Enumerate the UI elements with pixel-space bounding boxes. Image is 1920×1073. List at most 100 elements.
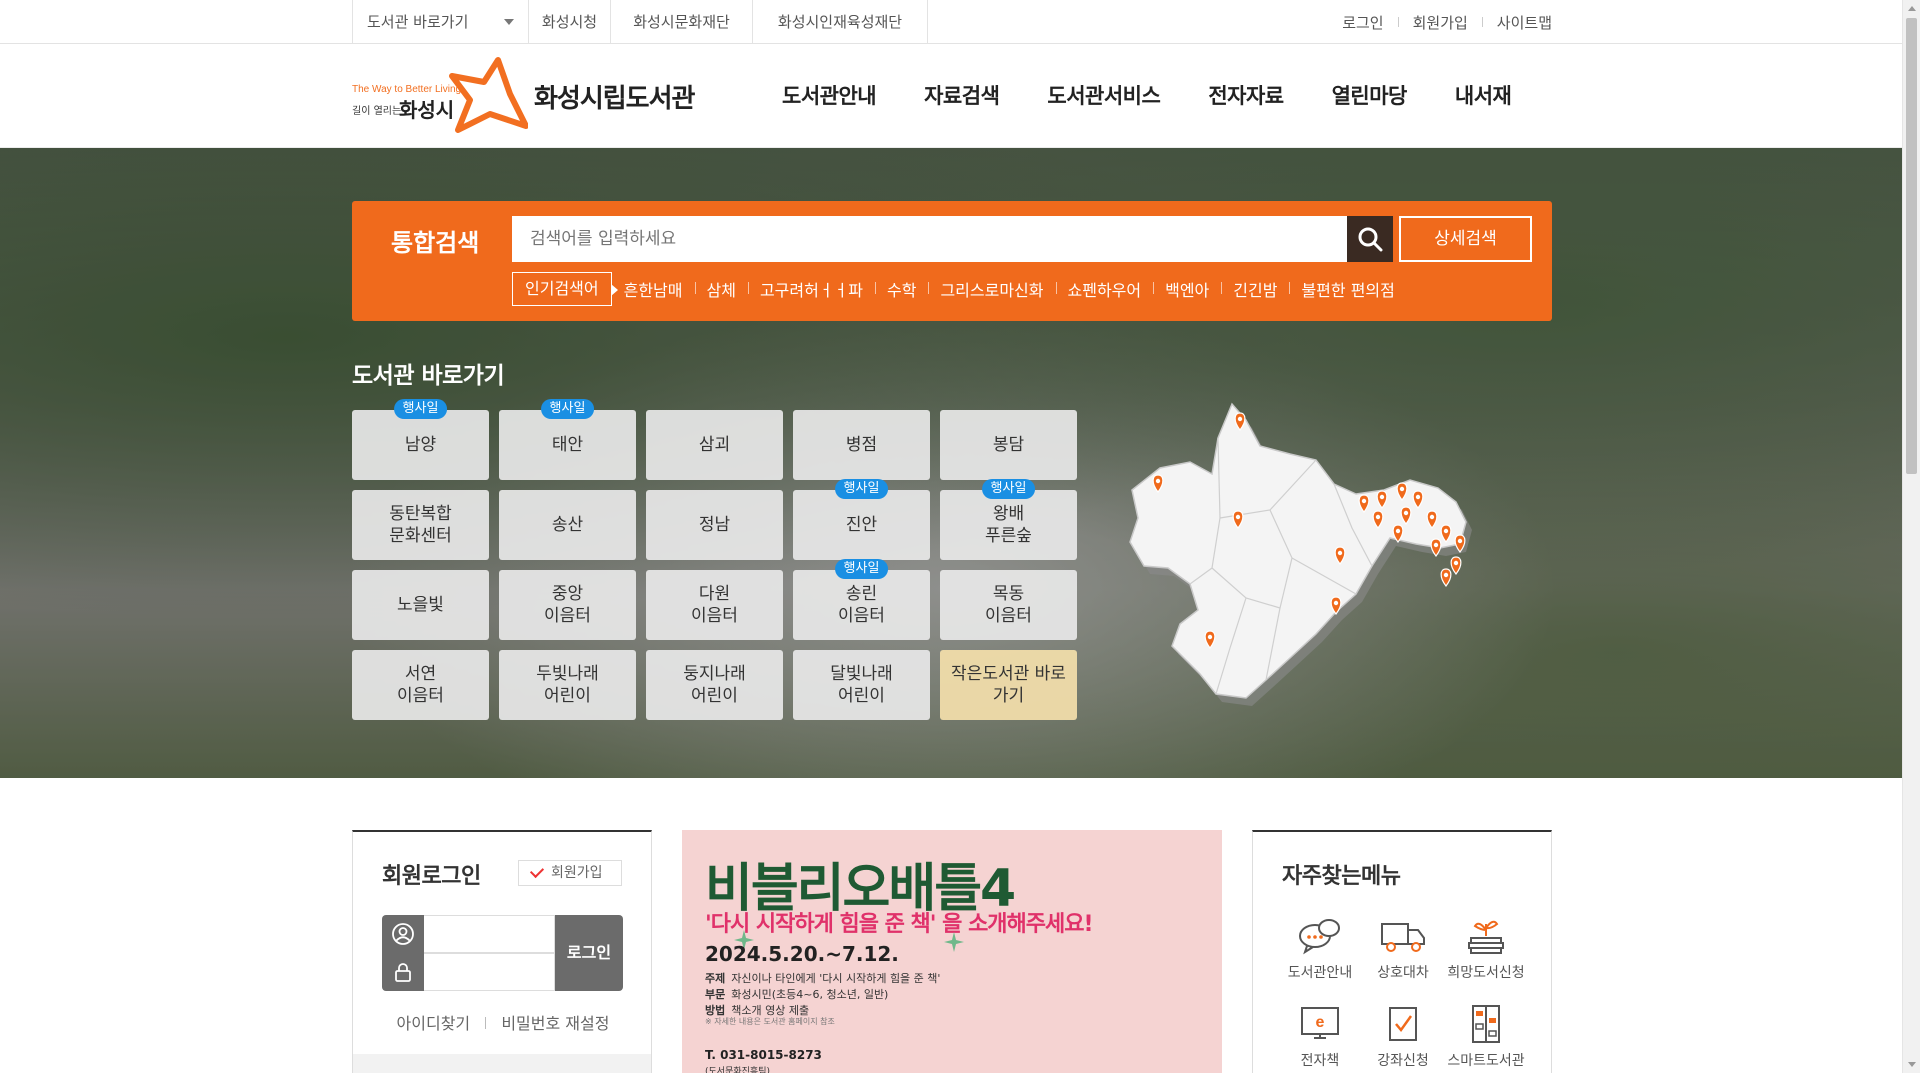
fav-interlibrary-loan[interactable]: 상호대차 — [1358, 916, 1448, 982]
password-input[interactable] — [424, 953, 555, 991]
ebook-monitor-icon: e — [1301, 1007, 1339, 1039]
library-shortcut-button[interactable]: 노을빛 — [352, 570, 489, 640]
scrollbar-thumb[interactable] — [1906, 18, 1917, 474]
event-day-badge: 행사일 — [981, 479, 1036, 499]
library-shortcut-button[interactable]: 두빛나래 어린이 — [499, 650, 636, 720]
link-hwaseong-city[interactable]: 화성시청 — [529, 0, 611, 44]
library-shortcut-button[interactable]: 태안 행사일 — [499, 399, 636, 480]
fav-library-info[interactable]: 도서관안내 — [1275, 916, 1365, 982]
member-login-panel: 회원로그인 회원가입 로그인 아이디찾기 비밀번호 재설정 — [352, 830, 652, 1073]
library-shortcut-button[interactable]: 목동 이음터 — [940, 570, 1077, 640]
user-id-input[interactable] — [424, 915, 555, 953]
map-pin-dot — [1379, 494, 1385, 500]
library-shortcut-label: 둥지나래 어린이 — [683, 664, 746, 706]
popular-keyword[interactable]: 수학 — [875, 277, 928, 301]
site-logo[interactable]: The Way to Better Living 길이 열리는 화성시 화성시립… — [352, 54, 712, 138]
library-shortcut-button[interactable]: 병점 — [793, 410, 930, 480]
sitemap-link[interactable]: 사이트맵 — [1497, 12, 1552, 33]
nav-search[interactable]: 자료검색 — [900, 44, 1023, 148]
map-pin-icon[interactable] — [1440, 568, 1452, 587]
popular-keyword[interactable]: 백엔아 — [1153, 277, 1221, 301]
library-shortcut-button[interactable]: 둥지나래 어린이 — [646, 650, 783, 720]
search-input[interactable] — [512, 216, 1347, 262]
map-pin-dot — [1237, 416, 1243, 422]
fav-smart-library[interactable]: 스마트도서관 — [1441, 1004, 1531, 1070]
popular-keyword[interactable]: 불편한 편의점 — [1289, 277, 1406, 301]
login-button[interactable]: 로그인 — [555, 915, 623, 991]
map-pin-dot — [1361, 498, 1367, 504]
advanced-search-button[interactable]: 상세검색 — [1399, 216, 1532, 262]
library-shortcut-button[interactable]: 왕배 푸른숲 행사일 — [940, 479, 1077, 560]
library-shortcut-button[interactable]: 진안 행사일 — [793, 479, 930, 560]
join-chip-button[interactable]: 회원가입 — [518, 860, 622, 886]
fav-label: 도서관안내 — [1287, 965, 1353, 981]
chevron-down-icon — [504, 19, 514, 25]
fav-course-application[interactable]: 강좌신청 — [1358, 1004, 1448, 1070]
nav-library-services[interactable]: 도서관서비스 — [1023, 44, 1184, 148]
map-pin-dot — [1399, 486, 1405, 492]
popular-keyword[interactable]: 고구려허ㅓㅓ파 — [747, 277, 875, 301]
library-shortcut-button[interactable]: 남양 행사일 — [352, 399, 489, 480]
map-pin-icon[interactable] — [1450, 556, 1462, 575]
login-help-links: 아이디찾기 비밀번호 재설정 — [353, 1010, 653, 1034]
fav-book-request[interactable]: 희망도서신청 — [1441, 916, 1531, 982]
top-utility-bar: 도서관 바로가기 화성시청 화성시문화재단 화성시인재육성재단 로그인 회원가입… — [0, 0, 1902, 44]
star-logo-icon — [449, 57, 528, 133]
library-shortcut-label: 진안 — [845, 515, 878, 535]
popular-keyword[interactable]: 삼체 — [694, 277, 748, 301]
library-shortcut-label: 정남 — [698, 515, 731, 535]
library-shortcut-button[interactable]: 달빛나래 어린이 — [793, 650, 930, 720]
library-shortcut-button[interactable]: 중앙 이음터 — [499, 570, 636, 640]
library-shortcut-button[interactable]: 봉담 — [940, 410, 1077, 480]
page-scrollbar[interactable] — [1902, 0, 1920, 1073]
fav-label: 강좌신청 — [1377, 1053, 1429, 1069]
site-header: The Way to Better Living 길이 열리는 화성시 화성시립… — [0, 44, 1902, 148]
top-utility-inner: 도서관 바로가기 화성시청 화성시문화재단 화성시인재육성재단 로그인 회원가입… — [352, 0, 1552, 44]
link-talent-foundation[interactable]: 화성시인재육성재단 — [753, 0, 928, 44]
divider — [485, 1017, 487, 1029]
link-culture-foundation[interactable]: 화성시문화재단 — [611, 0, 753, 44]
find-id-link[interactable]: 아이디찾기 — [397, 1014, 471, 1033]
library-name: 화성시립도서관 — [534, 84, 695, 114]
event-banner[interactable]: 비블리오배틀4 '다시 시작하게 힘을 준 책' 을 소개해주세요! 2024.… — [682, 830, 1222, 1073]
nav-open-forum[interactable]: 열린마당 — [1308, 44, 1431, 148]
library-shortcut-label: 두빛나래 어린이 — [536, 664, 599, 706]
library-shortcut-button[interactable]: 삼괴 — [646, 410, 783, 480]
library-shortcut-label: 병점 — [845, 435, 878, 455]
search-icon — [1358, 227, 1383, 252]
library-shortcut-label: 달빛나래 어린이 — [830, 664, 893, 706]
library-shortcut-button[interactable]: 서연 이음터 — [352, 650, 489, 720]
map-pin-dot — [1375, 514, 1381, 520]
nav-my-library[interactable]: 내서재 — [1431, 44, 1535, 148]
popular-keyword[interactable]: 긴긴밤 — [1221, 277, 1289, 301]
fav-label: 스마트도서관 — [1447, 1053, 1525, 1069]
favorite-menu-title: 자주찾는메뉴 — [1282, 864, 1401, 889]
library-shortcut-button[interactable]: 송산 — [499, 490, 636, 560]
popular-keyword[interactable]: 흔한남매 — [612, 277, 695, 301]
library-shortcut-button[interactable]: 정남 — [646, 490, 783, 560]
map-pin-dot — [1333, 600, 1339, 606]
signup-link[interactable]: 회원가입 — [1413, 12, 1468, 33]
search-button[interactable] — [1347, 216, 1393, 262]
library-shortcut-button[interactable]: 다원 이음터 — [646, 570, 783, 640]
scroll-up-arrow-icon[interactable] — [1908, 6, 1916, 11]
nav-library-info[interactable]: 도서관안내 — [758, 44, 900, 148]
library-shortcut-button[interactable]: 동탄복합 문화센터 — [352, 490, 489, 560]
login-link[interactable]: 로그인 — [1342, 12, 1383, 33]
divider — [1397, 17, 1399, 27]
scroll-down-arrow-icon[interactable] — [1908, 1062, 1916, 1067]
library-shortcut-button[interactable]: 송린 이음터 행사일 — [793, 559, 930, 640]
banner-department: (도서문화진흥팀) — [705, 1067, 770, 1073]
popular-keyword[interactable]: 쇼펜하우어 — [1055, 277, 1154, 301]
map-pin-dot — [1235, 514, 1241, 520]
reset-password-link[interactable]: 비밀번호 재설정 — [501, 1014, 609, 1033]
checklist-icon — [1389, 1007, 1417, 1041]
event-day-badge: 행사일 — [393, 399, 448, 419]
library-shortcut-button[interactable]: 작은도서관 바로 가기 — [940, 650, 1077, 720]
login-form: 로그인 — [382, 915, 623, 991]
event-day-badge: 행사일 — [834, 559, 889, 579]
nav-e-resources[interactable]: 전자자료 — [1184, 44, 1307, 148]
fav-ebook[interactable]: e 전자책 — [1275, 1004, 1365, 1070]
library-quick-select[interactable]: 도서관 바로가기 — [352, 0, 529, 44]
popular-keyword[interactable]: 그리스로마신화 — [928, 277, 1055, 301]
